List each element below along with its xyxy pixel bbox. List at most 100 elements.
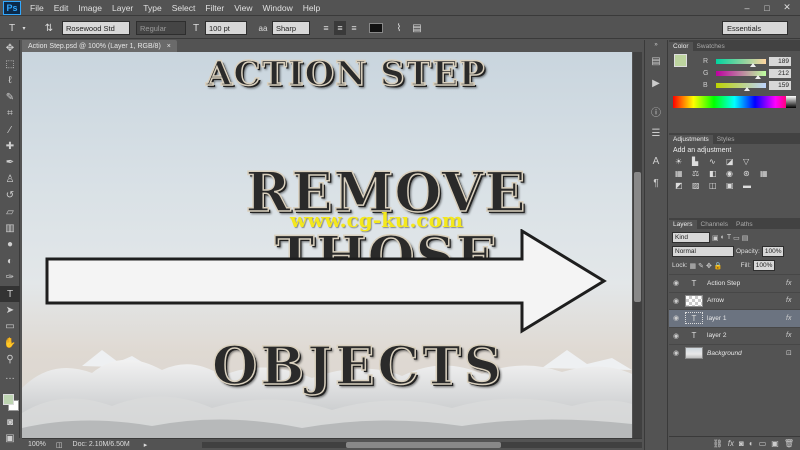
menu-window[interactable]: Window (257, 3, 297, 13)
fx-icon[interactable]: fx (786, 315, 800, 322)
slider-thumb[interactable] (750, 62, 756, 67)
layer-row-layer-2[interactable]: ◉ T layer 2 fx (669, 326, 800, 345)
properties-panel-icon[interactable]: ☰ (645, 122, 667, 144)
menu-view[interactable]: View (229, 3, 257, 13)
gradient-map-icon[interactable]: ▬ (743, 181, 757, 190)
screen-mode-icon[interactable]: ▣ (0, 430, 20, 446)
marquee-tool-icon[interactable]: ⬚ (0, 56, 20, 72)
layer-row-layer-1[interactable]: ◉ T layer 1 fx (669, 309, 800, 327)
move-tool-icon[interactable]: ✥ (0, 40, 20, 56)
layer-name[interactable]: Action Step (707, 280, 786, 287)
history-brush-tool-icon[interactable]: ↺ (0, 188, 20, 204)
black-white-icon[interactable]: ◧ (709, 169, 723, 178)
tab-paths[interactable]: Paths (732, 220, 757, 229)
more-tools-icon[interactable]: … (0, 368, 20, 384)
arrow-shape[interactable] (44, 229, 610, 337)
link-layers-icon[interactable]: ⛓ (713, 439, 723, 448)
slider-thumb[interactable] (744, 86, 750, 91)
brightness-contrast-icon[interactable]: ☀ (675, 157, 689, 166)
hand-tool-icon[interactable]: ✋ (0, 335, 20, 351)
layer-name[interactable]: layer 2 (707, 332, 786, 339)
layer-name[interactable]: layer 1 (707, 315, 786, 322)
color-balance-icon[interactable]: ⚖ (692, 169, 706, 178)
layer-filter-kind[interactable]: Kind (672, 232, 710, 243)
dodge-tool-icon[interactable]: ◐ (0, 253, 20, 269)
eye-icon[interactable]: ◉ (669, 332, 683, 340)
slider-thumb[interactable] (754, 74, 761, 79)
font-family-select[interactable]: Rosewood Std (62, 21, 130, 35)
blur-tool-icon[interactable]: ● (0, 237, 20, 253)
lock-all-icon[interactable]: 🔒 (714, 262, 723, 270)
eye-icon[interactable]: ◉ (669, 279, 683, 287)
workspace-select[interactable]: Essentials (722, 21, 788, 35)
crop-tool-icon[interactable]: ⌗ (0, 106, 20, 122)
layer-row-arrow[interactable]: ◉ Arrow fx (669, 291, 800, 310)
fx-icon[interactable]: fx (786, 280, 800, 287)
fill-input[interactable]: 100% (752, 260, 775, 271)
menu-help[interactable]: Help (298, 3, 325, 13)
eraser-tool-icon[interactable]: ▱ (0, 204, 20, 220)
blue-slider[interactable]: B 159 (669, 79, 800, 91)
toggle-orientation-icon[interactable]: ⇅ (42, 21, 56, 35)
menu-layer[interactable]: Layer (107, 3, 138, 13)
filter-smart-object-icon[interactable]: ▤ (742, 234, 749, 242)
filter-type-icon[interactable]: T (727, 234, 731, 241)
healing-brush-tool-icon[interactable]: ✚ (0, 138, 20, 154)
brush-tool-icon[interactable]: ✒ (0, 155, 20, 171)
gradient-tool-icon[interactable]: ▥ (0, 220, 20, 236)
quick-select-tool-icon[interactable]: ✎ (0, 89, 20, 105)
fx-icon[interactable]: fx (786, 297, 800, 304)
anti-alias-select[interactable]: Sharp (272, 21, 310, 35)
shape-tool-icon[interactable]: ▭ (0, 319, 20, 335)
color-spectrum-bar[interactable] (673, 96, 796, 108)
canvas-text-action-step[interactable]: ACTION STEP (205, 53, 486, 95)
type-tool-icon[interactable]: T (0, 285, 20, 303)
tab-color[interactable]: Color (669, 42, 693, 51)
vertical-scroll-thumb[interactable] (634, 172, 641, 302)
tab-styles[interactable]: Styles (713, 135, 739, 144)
new-group-icon[interactable]: ▭ (759, 439, 767, 448)
red-value[interactable]: 189 (769, 56, 791, 66)
minimize-button[interactable]: – (738, 1, 756, 14)
posterize-icon[interactable]: ▨ (692, 181, 706, 190)
info-panel-icon[interactable]: ⓘ (645, 100, 667, 122)
close-document-icon[interactable]: × (167, 43, 171, 50)
opacity-input[interactable]: 100% (761, 246, 784, 257)
tab-channels[interactable]: Channels (697, 220, 732, 229)
canvas-text-objects[interactable]: OBJECTS (211, 335, 504, 398)
filter-adjustment-icon[interactable]: ◐ (721, 234, 725, 241)
lasso-tool-icon[interactable]: ℓ (0, 73, 20, 89)
canvas-vertical-scrollbar[interactable] (633, 52, 642, 438)
new-layer-icon[interactable]: ▣ (771, 439, 779, 448)
tab-layers[interactable]: Layers (669, 220, 697, 229)
levels-icon[interactable]: ▙ (692, 157, 706, 166)
share-icon[interactable]: ◫ (56, 441, 63, 449)
zoom-level[interactable]: 100% (28, 441, 46, 448)
warp-text-icon[interactable]: ⌇ (392, 21, 406, 35)
tab-adjustments[interactable]: Adjustments (669, 135, 713, 144)
new-adjustment-layer-icon[interactable]: ◐ (749, 439, 754, 448)
horizontal-scroll-thumb[interactable] (346, 442, 501, 448)
history-panel-icon[interactable]: ▤ (645, 50, 667, 72)
lock-transparent-icon[interactable]: ▦ (690, 262, 697, 270)
layer-name[interactable]: Arrow (707, 297, 786, 304)
hue-saturation-icon[interactable]: ▦ (675, 169, 689, 178)
vibrance-icon[interactable]: ▽ (743, 157, 757, 166)
canvas-horizontal-scrollbar[interactable] (202, 442, 642, 448)
collapse-arrows-icon[interactable]: » (645, 40, 667, 50)
close-window-button[interactable]: ✕ (778, 1, 796, 14)
align-left-icon[interactable]: ≡ (320, 21, 332, 35)
threshold-icon[interactable]: ◫ (709, 181, 723, 190)
blue-value[interactable]: 159 (769, 80, 791, 90)
menu-select[interactable]: Select (167, 3, 201, 13)
maximize-button[interactable]: □ (758, 1, 776, 14)
red-slider[interactable]: R 189 (669, 55, 800, 67)
selective-color-icon[interactable]: ▣ (726, 181, 740, 190)
exposure-icon[interactable]: ◪ (726, 157, 740, 166)
character-panel-icon[interactable]: ▤ (410, 21, 424, 35)
type-tool-preset-icon[interactable]: T (4, 21, 20, 35)
menu-edit[interactable]: Edit (49, 3, 74, 13)
document-canvas[interactable]: ACTION STEP REMOVE THOSE www.cg-ku.com O… (22, 52, 632, 438)
tab-swatches[interactable]: Swatches (693, 42, 729, 51)
lock-pixels-icon[interactable]: ✎ (698, 262, 704, 270)
